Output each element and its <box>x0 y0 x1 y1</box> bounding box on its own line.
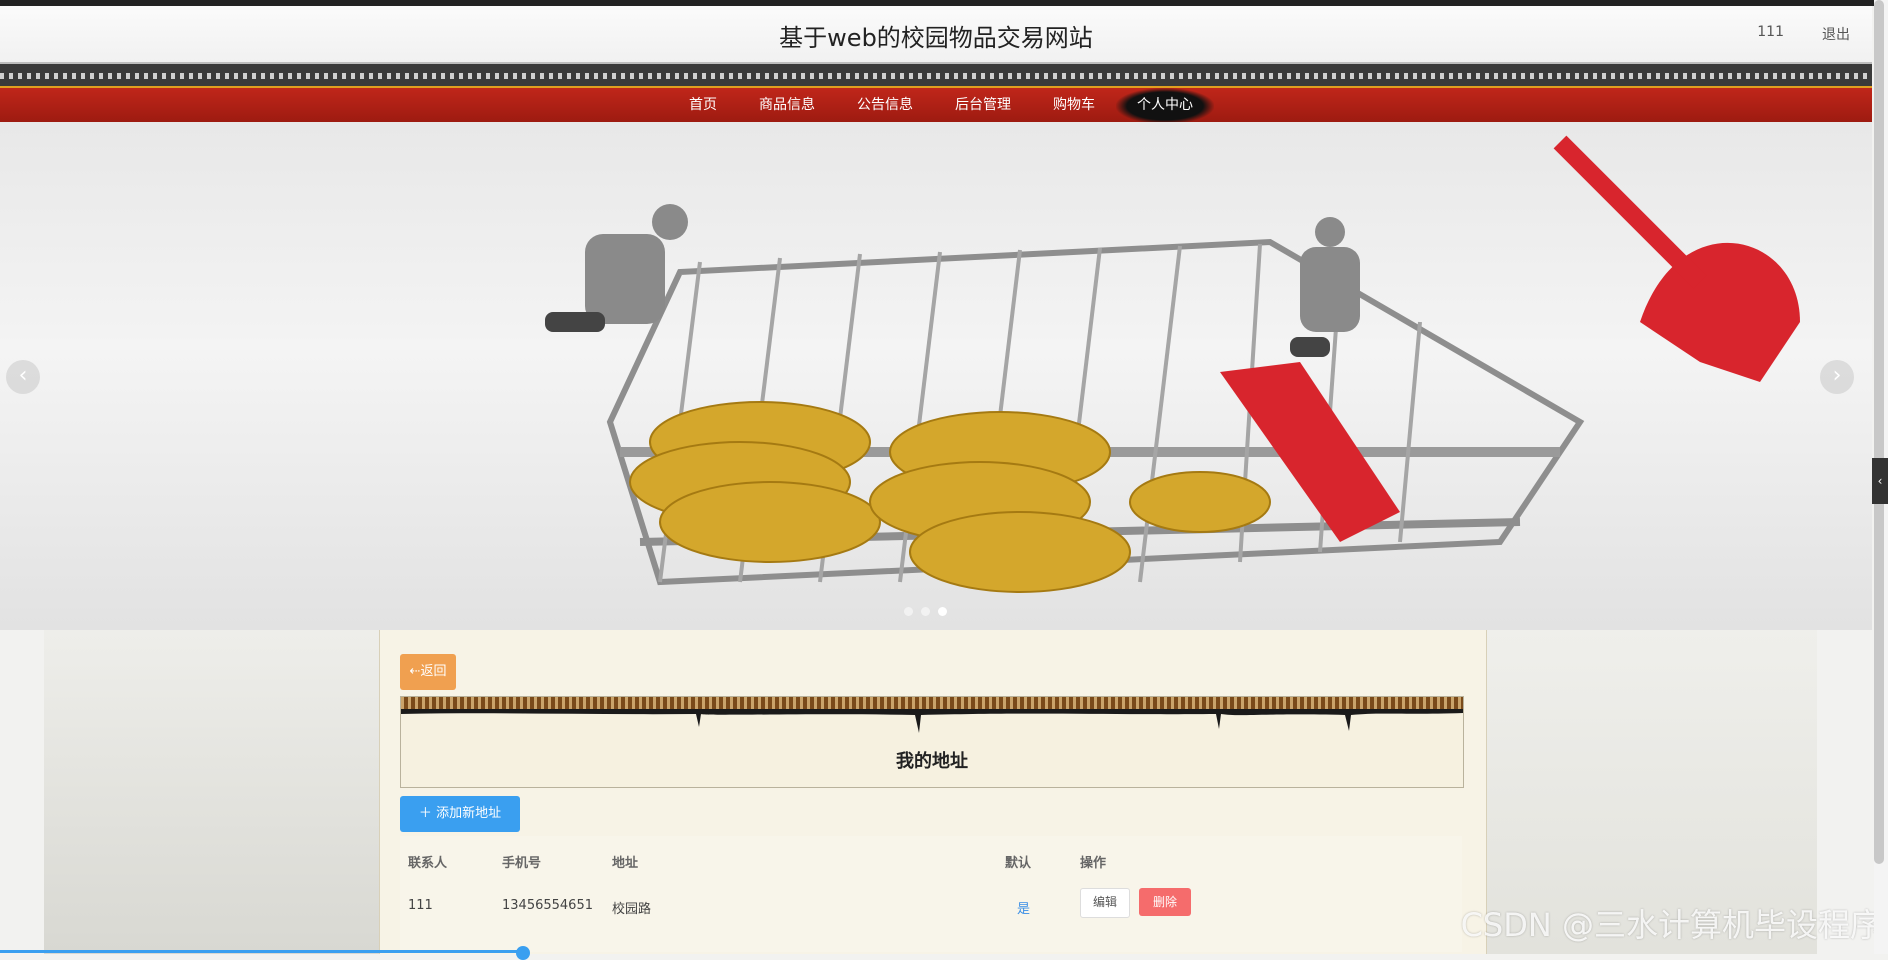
side-collapse-tab[interactable]: ‹ <box>1872 458 1888 504</box>
delete-button[interactable]: 删除 <box>1139 888 1191 916</box>
progress-line <box>0 950 523 953</box>
decorative-pattern-band <box>0 62 1872 88</box>
cell-phone: 13456554651 <box>502 898 593 913</box>
cell-default: 是 <box>1017 902 1031 917</box>
nav-item-cart[interactable]: 购物车 <box>1032 88 1116 124</box>
nav-item-home[interactable]: 首页 <box>668 88 738 124</box>
title-box: 我的地址 <box>400 696 1464 788</box>
carousel-dot[interactable] <box>921 607 930 616</box>
background-decoration-left <box>44 630 379 954</box>
back-button[interactable]: ⇠返回 <box>400 654 456 690</box>
logout-link[interactable]: 退出 <box>1822 24 1850 44</box>
carousel-dots <box>904 607 947 616</box>
nav-item-admin[interactable]: 后台管理 <box>934 88 1032 124</box>
cell-contact: 111 <box>408 898 433 913</box>
main-nav: 首页 商品信息 公告信息 后台管理 购物车 个人中心 <box>0 86 1872 124</box>
watermark: CSDN @三水计算机毕设程序 <box>1460 906 1882 944</box>
column-header-contact: 联系人 <box>408 856 448 871</box>
banner-carousel: ‹ › <box>0 122 1872 630</box>
nav-item-profile[interactable]: 个人中心 <box>1116 88 1214 124</box>
column-header-address: 地址 <box>612 856 639 871</box>
back-arrow-icon: ⇠ <box>409 664 421 679</box>
add-address-button[interactable]: ＋ 添加新地址 <box>400 796 520 832</box>
address-panel: ⇠返回 我的地址 ＋ 添加新地址 联系人 手机号 地址 默认 操作 111 13… <box>379 630 1487 954</box>
edit-button[interactable]: 编辑 <box>1080 888 1130 918</box>
nav-item-products[interactable]: 商品信息 <box>738 88 836 124</box>
carousel-next-button[interactable]: › <box>1820 360 1854 394</box>
title-border-pattern <box>401 697 1463 709</box>
column-header-actions: 操作 <box>1080 856 1107 871</box>
back-label: 返回 <box>420 664 447 679</box>
banner-image <box>545 135 1800 593</box>
plus-icon: ＋ <box>418 806 437 821</box>
column-header-default: 默认 <box>1005 856 1032 871</box>
scrollbar-thumb[interactable] <box>1874 0 1884 864</box>
column-header-phone: 手机号 <box>502 856 542 871</box>
address-table: 联系人 手机号 地址 默认 操作 111 13456554651 校园路 是 编… <box>400 836 1462 952</box>
page-title: 我的地址 <box>896 751 968 772</box>
user-name[interactable]: 111 <box>1757 24 1784 40</box>
cell-address: 校园路 <box>612 902 652 917</box>
carousel-dot-active[interactable] <box>938 607 947 616</box>
site-title: 基于web的校园物品交易网站 <box>779 24 1093 52</box>
carousel-dot[interactable] <box>904 607 913 616</box>
ink-drip-decoration <box>401 709 1463 733</box>
carousel-prev-button[interactable]: ‹ <box>6 360 40 394</box>
nav-item-announcements[interactable]: 公告信息 <box>836 88 934 124</box>
site-header: 基于web的校园物品交易网站 111 退出 <box>0 6 1872 62</box>
slider-handle[interactable] <box>516 946 530 960</box>
add-address-label: 添加新地址 <box>436 806 502 821</box>
chevron-left-icon: ‹ <box>1877 474 1883 488</box>
